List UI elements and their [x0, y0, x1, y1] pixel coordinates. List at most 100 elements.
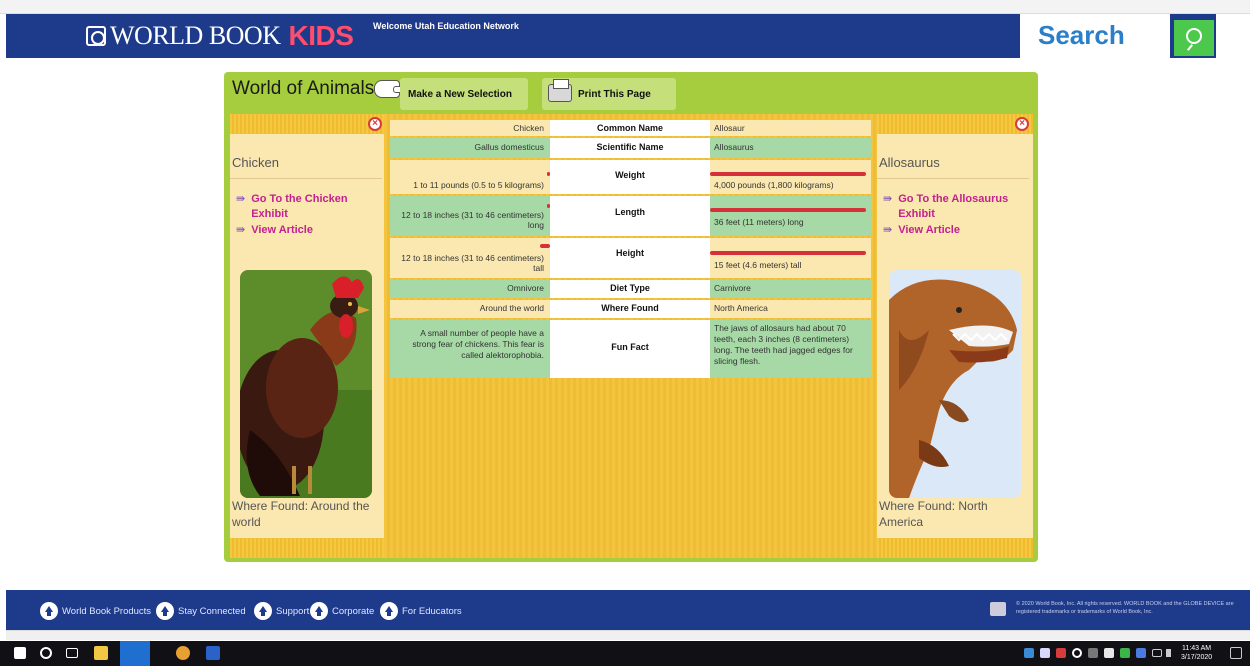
left-common-name: Chicken: [390, 120, 550, 136]
right-fun-fact: The jaws of allosaurs had about 70 teeth…: [710, 320, 871, 378]
up-arrow-icon: [380, 602, 398, 620]
network-icon[interactable]: [1152, 649, 1162, 657]
footer-world-book-products[interactable]: World Book Products: [40, 602, 151, 620]
table-row: Around the world Where Found North Ameri…: [390, 300, 871, 318]
left-fun-fact: A small number of people have a strong f…: [390, 320, 550, 378]
label-weight: Weight: [550, 160, 710, 194]
label-where-found: Where Found: [550, 300, 710, 318]
up-arrow-icon: [40, 602, 58, 620]
print-label: Print This Page: [578, 88, 651, 100]
table-row: Chicken Common Name Allosaur: [390, 120, 871, 136]
left-length: 12 to 18 inches (31 to 46 centimeters) l…: [390, 196, 550, 236]
file-explorer-icon[interactable]: [94, 646, 108, 660]
right-length: 36 feet (11 meters) long: [710, 196, 871, 236]
table-row: Gallus domesticus Scientific Name Allosa…: [390, 138, 871, 158]
table-row: 1 to 11 pounds (0.5 to 5 kilograms) Weig…: [390, 160, 871, 194]
up-arrow-icon: [310, 602, 328, 620]
left-where-found: Where Found: Around the world: [232, 499, 370, 529]
welcome-message: Welcome Utah Education Network: [373, 21, 519, 31]
world-book-kids-logo[interactable]: WORLD BOOK KIDS: [86, 20, 354, 52]
right-height: 15 feet (4.6 meters) tall: [710, 238, 871, 278]
windows-taskbar: 11:43 AM 3/17/2020: [0, 641, 1250, 666]
footer-for-educators[interactable]: For Educators: [380, 602, 462, 620]
label-diet-type: Diet Type: [550, 280, 710, 298]
arrow-right-icon: ⇛: [236, 193, 246, 205]
arrow-right-icon: ⇛: [883, 224, 893, 236]
panel-bottom-strip: [230, 538, 386, 558]
view-chicken-article-link[interactable]: ⇛ View Article: [236, 223, 313, 238]
globe-device-icon: [990, 602, 1006, 616]
arrow-right-icon: ⇛: [883, 193, 893, 205]
left-animal-panel: × Chicken ⇛ Go To the Chicken Exhibit ⇛ Vie…: [230, 114, 386, 558]
label-fun-fact: Fun Fact: [550, 320, 710, 378]
printer-icon: [548, 79, 572, 102]
go-to-chicken-exhibit-link[interactable]: ⇛ Go To the Chicken Exhibit: [236, 192, 348, 222]
right-where-found-cell: North America: [710, 300, 871, 318]
right-height-bar: [710, 251, 866, 255]
task-view-icon[interactable]: [66, 648, 78, 658]
pointing-hand-icon: [374, 80, 409, 98]
tray-icon[interactable]: [1120, 648, 1130, 658]
left-diet: Omnivore: [390, 280, 550, 298]
table-row: Omnivore Diet Type Carnivore: [390, 280, 871, 298]
windows-start-icon[interactable]: [14, 647, 26, 659]
search-label[interactable]: Search: [1038, 20, 1125, 51]
footer-support[interactable]: Support: [254, 602, 309, 620]
label-scientific-name: Scientific Name: [550, 138, 710, 158]
right-length-bar: [710, 208, 866, 212]
right-common-name: Allosaur: [710, 120, 871, 136]
edge-browser-icon[interactable]: [120, 641, 150, 666]
site-footer: World Book Products Stay Connected Suppo…: [6, 590, 1250, 630]
left-where-found-cell: Around the world: [390, 300, 550, 318]
tray-icon[interactable]: [1024, 648, 1034, 658]
right-where-found: Where Found: North America: [879, 499, 988, 529]
site-header: WORLD BOOK KIDS Welcome Utah Education N…: [6, 14, 1216, 58]
search-area[interactable]: Search: [1020, 14, 1170, 58]
tray-icon[interactable]: [1088, 648, 1098, 658]
chrome-icon[interactable]: [176, 646, 190, 660]
right-weight: 4,000 pounds (1,800 kilograms): [710, 160, 871, 194]
search-taskbar-icon[interactable]: [40, 647, 52, 659]
left-scientific-name: Gallus domesticus: [390, 138, 550, 158]
up-arrow-icon: [254, 602, 272, 620]
close-left-icon[interactable]: ×: [368, 117, 382, 131]
word-icon[interactable]: [206, 646, 220, 660]
footer-corporate[interactable]: Corporate: [310, 602, 374, 620]
notification-icon[interactable]: [1230, 647, 1242, 659]
tray-icon[interactable]: [1072, 648, 1082, 658]
search-button[interactable]: [1174, 20, 1214, 56]
panel-bottom-strip: [877, 538, 1033, 558]
volume-icon[interactable]: [1166, 649, 1174, 657]
tray-icon[interactable]: [1056, 648, 1066, 658]
copyright-text: © 2020 World Book, Inc. All rights reser…: [1016, 601, 1234, 615]
left-weight: 1 to 11 pounds (0.5 to 5 kilograms): [390, 160, 550, 194]
horizontal-scrollbar[interactable]: [6, 630, 1250, 640]
panel-top-strip: [877, 114, 1033, 134]
tray-icon[interactable]: [1040, 648, 1050, 658]
up-arrow-icon: [156, 602, 174, 620]
globe-icon: [86, 26, 106, 46]
logo-kids-text: KIDS: [288, 20, 354, 51]
right-weight-bar: [710, 172, 866, 176]
logo-text: WORLD BOOK: [110, 21, 281, 50]
right-animal-name: Allosaurus: [879, 155, 940, 170]
go-to-allosaurus-exhibit-link[interactable]: ⇛ Go To the Allosaurus Exhibit: [883, 192, 1008, 222]
divider: [230, 178, 382, 179]
right-scientific-name: Allosaurus: [710, 138, 871, 158]
table-row: 12 to 18 inches (31 to 46 centimeters) t…: [390, 238, 871, 278]
footer-stay-connected[interactable]: Stay Connected: [156, 602, 246, 620]
make-new-selection-button[interactable]: Make a New Selection: [400, 78, 528, 110]
tray-icon[interactable]: [1136, 648, 1146, 658]
search-icon: [1186, 28, 1202, 44]
label-length: Length: [550, 196, 710, 236]
clock[interactable]: 11:43 AM 3/17/2020: [1181, 644, 1212, 662]
view-allosaurus-article-link[interactable]: ⇛ View Article: [883, 223, 960, 238]
right-diet: Carnivore: [710, 280, 871, 298]
table-row: A small number of people have a strong f…: [390, 320, 871, 378]
chicken-image: [240, 270, 372, 498]
divider: [877, 178, 1029, 179]
close-right-icon[interactable]: ×: [1015, 117, 1029, 131]
label-height: Height: [550, 238, 710, 278]
print-page-button[interactable]: Print This Page: [542, 78, 676, 110]
tray-icon[interactable]: [1104, 648, 1114, 658]
